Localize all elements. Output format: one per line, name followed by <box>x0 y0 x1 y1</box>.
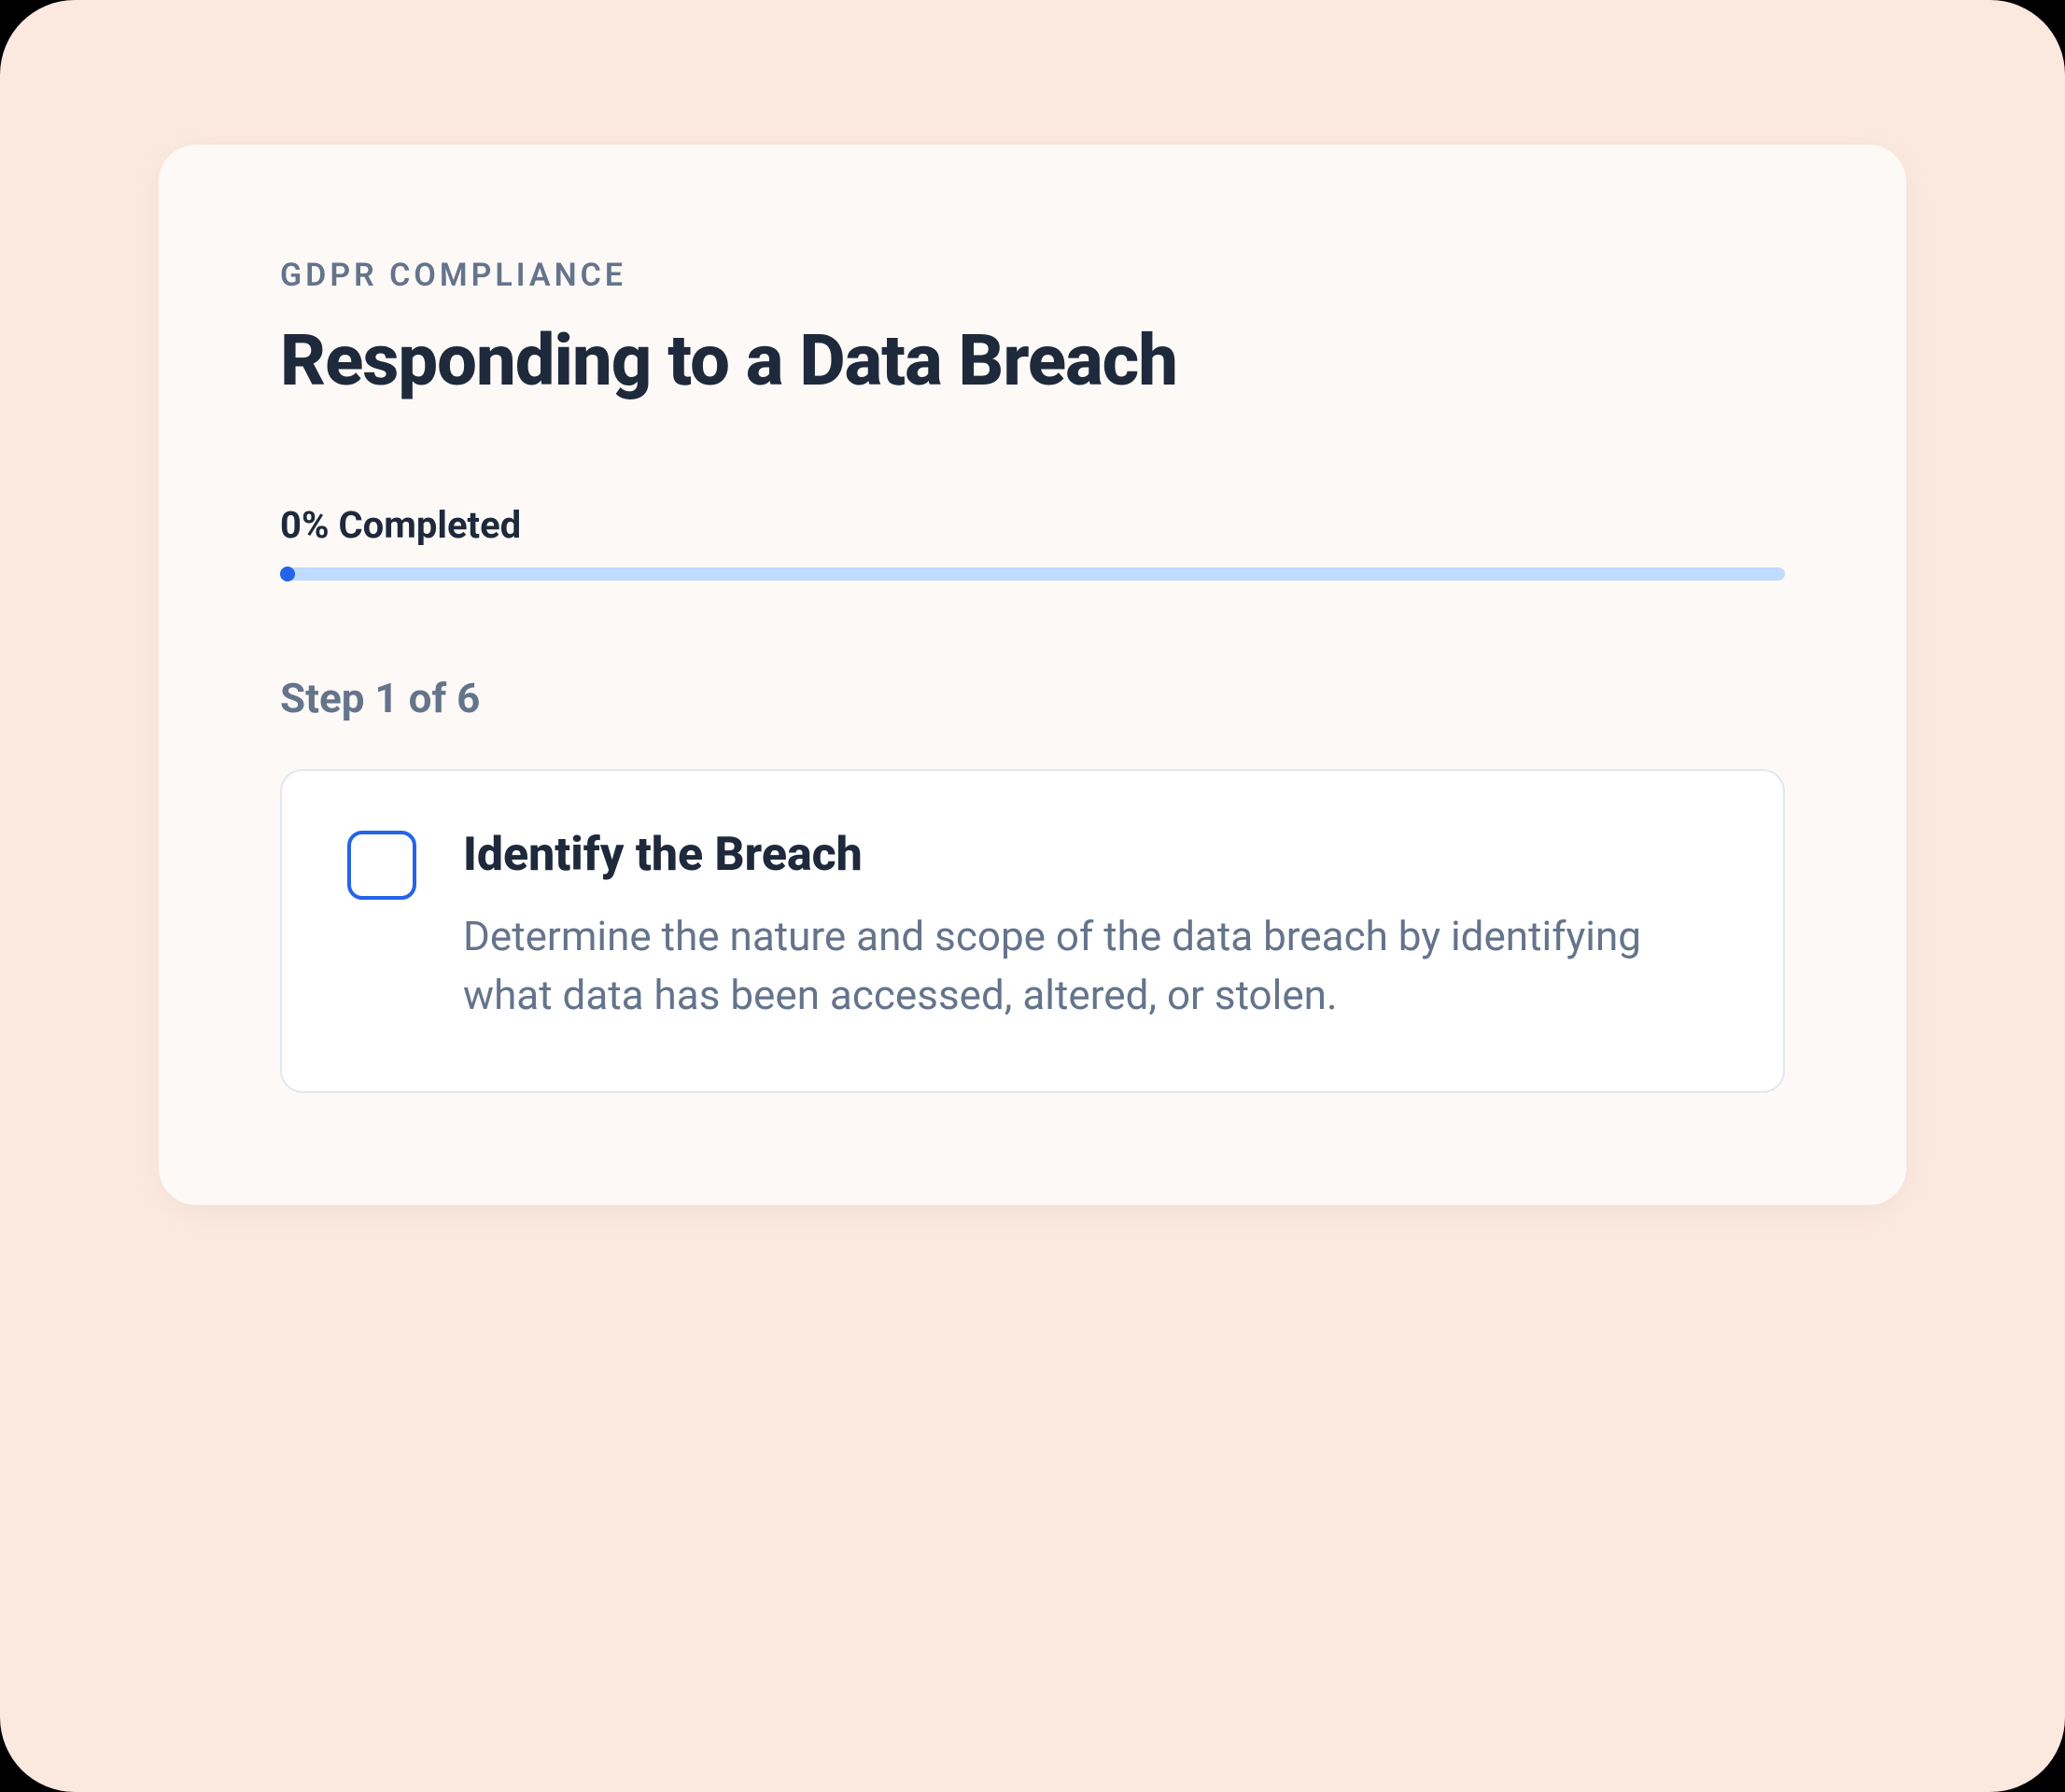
progress-label: 0% Completed <box>280 503 1785 547</box>
step-card: Identify the Breach Determine the nature… <box>280 769 1785 1094</box>
background-panel: GDPR COMPLIANCE Responding to a Data Bre… <box>0 0 2065 1792</box>
page-title: Responding to a Data Breach <box>280 322 1785 400</box>
step-indicator: Step 1 of 6 <box>280 674 1785 722</box>
step-content: Identify the Breach Determine the nature… <box>463 827 1718 1027</box>
main-card: GDPR COMPLIANCE Responding to a Data Bre… <box>159 145 1906 1205</box>
step-checkbox[interactable] <box>347 831 416 900</box>
step-title: Identify the Breach <box>463 827 1718 883</box>
step-description: Determine the nature and scope of the da… <box>463 907 1718 1027</box>
category-eyebrow: GDPR COMPLIANCE <box>280 257 1785 294</box>
progress-bar <box>280 567 1785 581</box>
progress-fill <box>280 567 295 581</box>
